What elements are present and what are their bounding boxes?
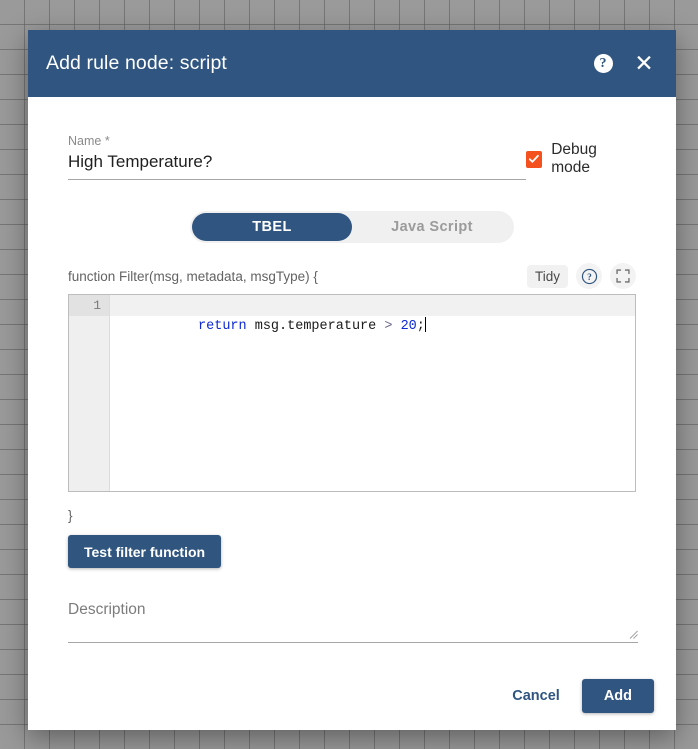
editor-gutter: 1: [69, 295, 110, 491]
help-button[interactable]: ?: [588, 49, 618, 79]
test-filter-function-button[interactable]: Test filter function: [68, 535, 222, 568]
script-language-toggle-group: TBEL Java Script: [190, 211, 514, 243]
debug-mode-label: Debug mode: [551, 141, 597, 176]
add-button[interactable]: Add: [581, 679, 654, 713]
description-input[interactable]: [68, 601, 638, 643]
dialog-footer: Cancel Add: [28, 672, 676, 730]
help-circle-icon: ?: [593, 54, 613, 73]
debug-mode-checkbox[interactable]: [526, 150, 543, 168]
check-icon: [529, 154, 540, 163]
function-closing-brace: }: [68, 508, 73, 523]
add-rule-node-dialog: Add rule node: script ? ✕ Name * Debug m…: [28, 30, 676, 730]
dialog-header: Add rule node: script ? ✕: [28, 30, 676, 97]
debug-mode-toggle[interactable]: Debug mode: [526, 141, 636, 177]
code-editor[interactable]: 1 return msg.temperature > 20;: [68, 294, 636, 492]
line-number: 1: [69, 295, 109, 316]
tab-tbel[interactable]: TBEL: [192, 213, 352, 241]
name-field: Name *: [68, 133, 526, 180]
dialog-title: Add rule node: script: [46, 52, 227, 74]
dialog-body: Name * Debug mode TBEL Java Script funct…: [28, 97, 676, 672]
text-caret: [424, 317, 426, 332]
description-field: [68, 601, 638, 643]
code-help-button[interactable]: ?: [576, 263, 602, 289]
function-signature: function Filter(msg, metadata, msgType) …: [68, 268, 318, 284]
code-token-number: 20: [400, 319, 417, 334]
code-token-semicolon: ;: [416, 319, 425, 334]
code-token-keyword: return: [198, 319, 247, 334]
name-row: Name * Debug mode: [68, 133, 636, 180]
tidy-button[interactable]: Tidy: [526, 264, 568, 288]
svg-text:?: ?: [587, 273, 592, 283]
name-input[interactable]: [68, 152, 526, 180]
fullscreen-icon: [616, 269, 630, 283]
code-toolbar: function Filter(msg, metadata, msgType) …: [68, 263, 636, 289]
code-token-identifier: msg.temperature: [246, 319, 385, 334]
code-line[interactable]: return msg.temperature > 20;: [110, 295, 635, 334]
cancel-button[interactable]: Cancel: [500, 680, 572, 712]
name-label: Name *: [68, 134, 110, 148]
editor-code-area[interactable]: return msg.temperature > 20;: [110, 295, 635, 491]
tab-java-script[interactable]: Java Script: [352, 213, 512, 241]
help-circle-outline-icon: ?: [581, 268, 597, 284]
fullscreen-button[interactable]: [610, 263, 636, 289]
close-button[interactable]: ✕: [629, 49, 659, 79]
close-icon: ✕: [634, 50, 654, 76]
